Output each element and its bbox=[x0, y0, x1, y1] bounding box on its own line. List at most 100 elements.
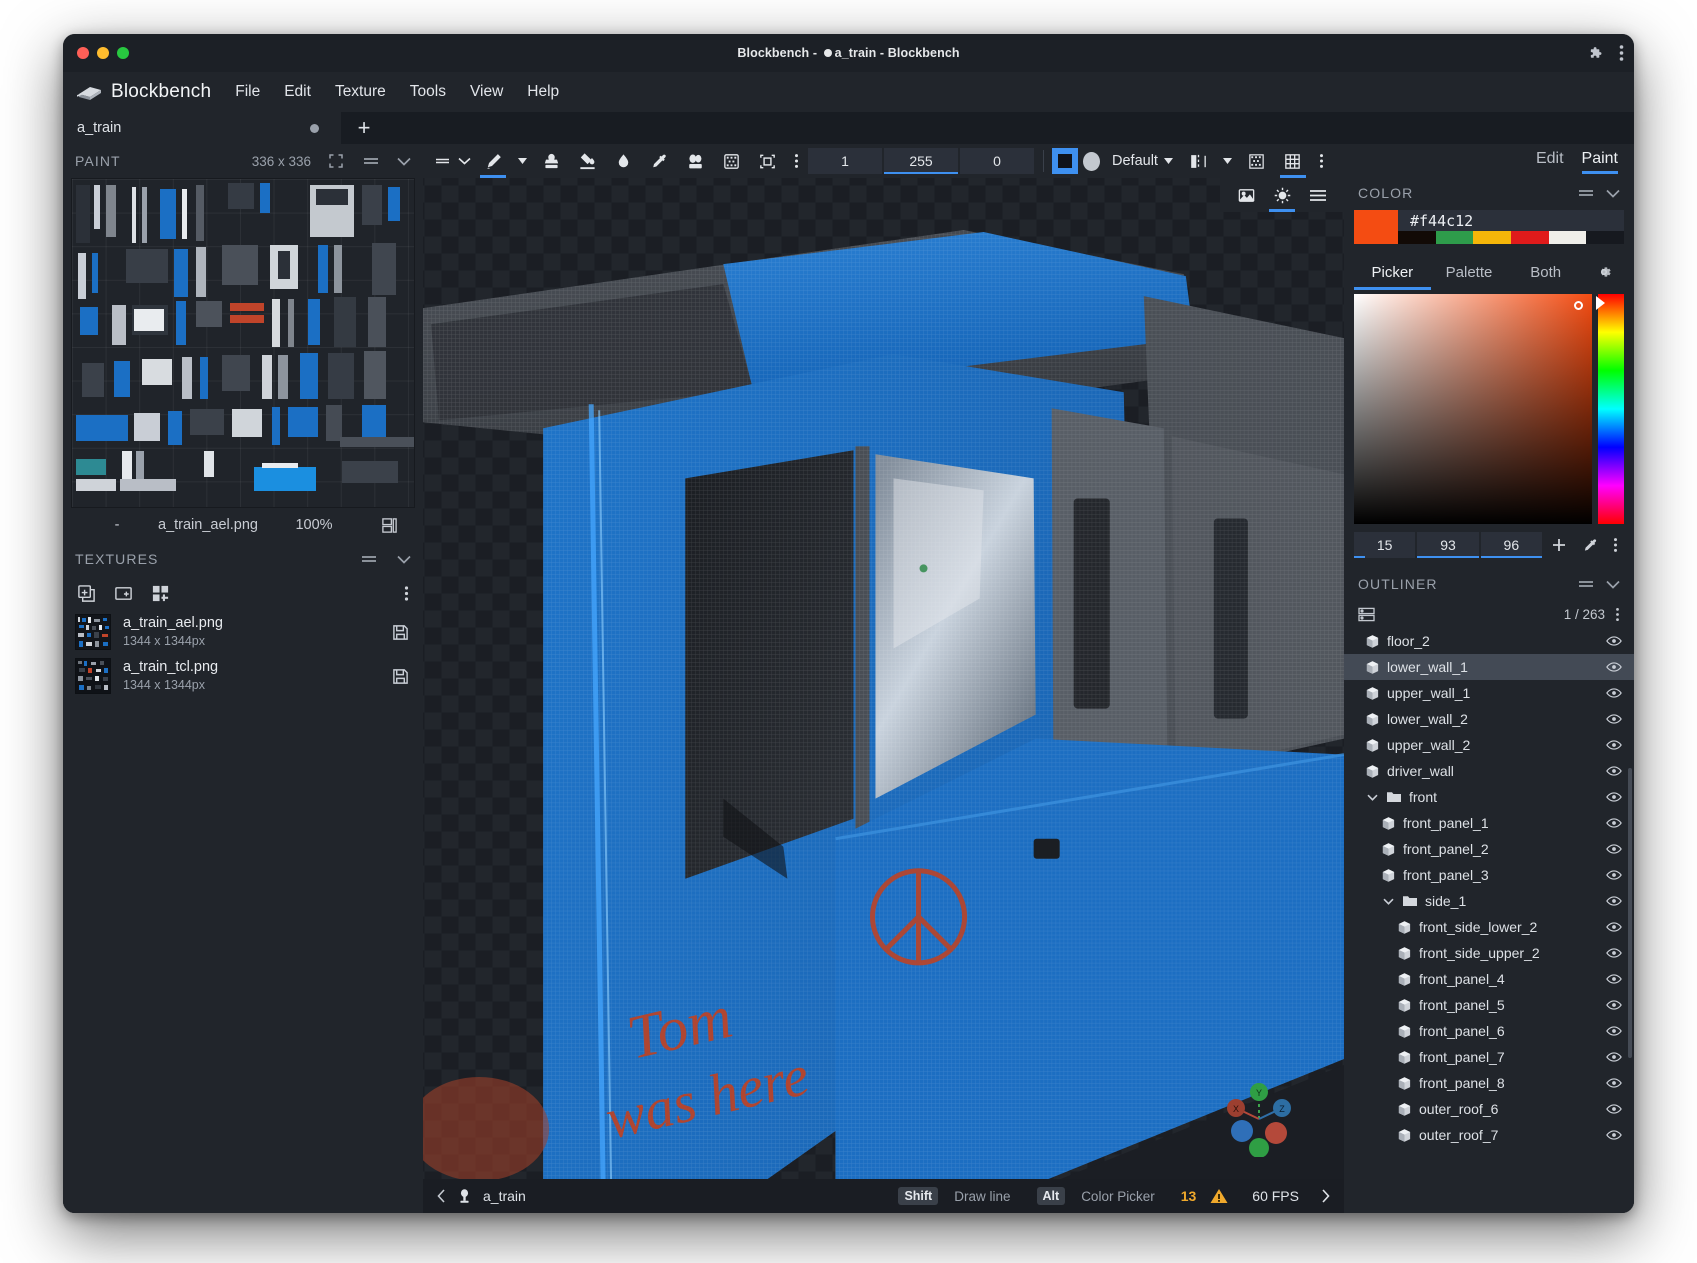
textures-kebab-icon[interactable] bbox=[404, 585, 409, 602]
outliner-item-front-panel-6[interactable]: front_panel_6 bbox=[1344, 1018, 1634, 1044]
viewport-menu-icon[interactable] bbox=[1300, 178, 1336, 212]
texture-list-item[interactable]: a_train_ael.png 1344 x 1344px bbox=[63, 610, 423, 654]
dither-tool-icon[interactable] bbox=[713, 144, 749, 178]
outliner-item-outer-roof-7[interactable]: outer_roof_7 bbox=[1344, 1122, 1634, 1148]
outliner-tree[interactable]: floor_2lower_wall_1upper_wall_1lower_wal… bbox=[1344, 628, 1634, 1213]
pixel-grid-icon[interactable] bbox=[1239, 144, 1275, 178]
recent-color-swatch[interactable] bbox=[1511, 231, 1549, 244]
hamburger-icon[interactable] bbox=[1578, 578, 1594, 590]
color-picker-area[interactable] bbox=[1354, 294, 1624, 524]
visibility-eye-icon[interactable] bbox=[1606, 739, 1622, 751]
tab-picker[interactable]: Picker bbox=[1354, 254, 1431, 290]
viewport-float-toolbar[interactable] bbox=[1220, 178, 1344, 212]
fullscreen-icon[interactable] bbox=[329, 154, 343, 168]
menu-view[interactable]: View bbox=[458, 79, 515, 105]
outliner-item-front-panel-5[interactable]: front_panel_5 bbox=[1344, 992, 1634, 1018]
tab-paint[interactable]: Paint bbox=[1582, 150, 1618, 172]
eyedropper-icon[interactable] bbox=[1576, 537, 1606, 554]
import-texture-icon[interactable] bbox=[114, 584, 133, 603]
menu-edit[interactable]: Edit bbox=[272, 79, 323, 105]
hsv-fields-row[interactable]: 15 93 96 bbox=[1354, 532, 1624, 558]
visibility-eye-icon[interactable] bbox=[1606, 687, 1622, 699]
saturation-value-field[interactable] bbox=[1354, 294, 1592, 524]
outliner-scrollbar[interactable] bbox=[1628, 768, 1632, 1058]
chevron-down-icon[interactable] bbox=[1381, 898, 1395, 905]
project-tab-a-train[interactable]: a_train bbox=[63, 112, 341, 144]
mode-tab-bar[interactable]: Edit Paint bbox=[1344, 144, 1634, 178]
chevron-down-icon[interactable] bbox=[397, 157, 411, 166]
window-controls[interactable] bbox=[77, 47, 129, 59]
outliner-item-front-panel-1[interactable]: front_panel_1 bbox=[1344, 810, 1634, 836]
save-icon[interactable] bbox=[392, 624, 409, 641]
brush-size-field[interactable]: 1 bbox=[808, 148, 882, 174]
kebab-menu-icon[interactable] bbox=[1608, 537, 1624, 553]
visibility-eye-icon[interactable] bbox=[1606, 973, 1622, 985]
overflow-kebab-icon[interactable] bbox=[785, 144, 807, 178]
hue-slider[interactable] bbox=[1598, 294, 1624, 524]
outliner-item-upper-wall-2[interactable]: upper_wall_2 bbox=[1344, 732, 1634, 758]
hamburger-icon[interactable] bbox=[361, 553, 377, 565]
texture-list-item[interactable]: a_train_tcl.png 1344 x 1344px bbox=[63, 654, 423, 698]
tab-both[interactable]: Both bbox=[1507, 254, 1584, 290]
visibility-eye-icon[interactable] bbox=[1606, 765, 1622, 777]
menu-help[interactable]: Help bbox=[515, 79, 571, 105]
plus-icon[interactable] bbox=[1544, 537, 1574, 553]
3d-viewport[interactable]: Tom was here Y X Z bbox=[423, 178, 1344, 1179]
menu-tools[interactable]: Tools bbox=[398, 79, 458, 105]
recent-color-swatch[interactable] bbox=[1473, 231, 1511, 244]
chevron-right-icon[interactable] bbox=[1321, 1189, 1330, 1203]
textures-toolbar[interactable] bbox=[63, 576, 423, 610]
outliner-item-floor-2[interactable]: floor_2 bbox=[1344, 628, 1634, 654]
puzzle-icon[interactable] bbox=[1588, 45, 1605, 62]
copy-paste-tool-icon[interactable] bbox=[677, 144, 713, 178]
stamp-tool-icon[interactable] bbox=[533, 144, 569, 178]
menu-file[interactable]: File bbox=[223, 79, 272, 105]
recent-color-swatch[interactable] bbox=[1436, 231, 1474, 244]
chevron-down-icon[interactable] bbox=[397, 555, 411, 564]
mirror-painting-icon[interactable] bbox=[1181, 144, 1217, 178]
visibility-eye-icon[interactable] bbox=[1606, 1025, 1622, 1037]
outliner-item-front-panel-8[interactable]: front_panel_8 bbox=[1344, 1070, 1634, 1096]
outliner-toolbar[interactable]: 1 / 263 bbox=[1344, 600, 1634, 628]
picker-knob[interactable] bbox=[1574, 301, 1583, 310]
paint-toolbar[interactable]: 1 255 0 Default bbox=[423, 144, 1344, 178]
hamburger-icon[interactable] bbox=[363, 155, 379, 167]
visibility-eye-icon[interactable] bbox=[1606, 999, 1622, 1011]
chevron-down-icon[interactable] bbox=[453, 144, 475, 178]
kebab-menu-icon[interactable] bbox=[1615, 607, 1620, 622]
project-tab-bar[interactable]: a_train + bbox=[63, 112, 1634, 144]
app-menubar[interactable]: Blockbench File Edit Texture Tools View … bbox=[63, 72, 1634, 112]
axis-gizmo[interactable]: Y X Z bbox=[1220, 1079, 1298, 1157]
outliner-item-front-side-lower-2[interactable]: front_side_lower_2 bbox=[1344, 914, 1634, 940]
layers-icon[interactable] bbox=[369, 517, 409, 534]
color-picker-tool-icon[interactable] bbox=[641, 144, 677, 178]
create-from-template-icon[interactable] bbox=[151, 584, 170, 603]
new-project-button[interactable]: + bbox=[341, 112, 387, 144]
mirror-options-chevron-icon[interactable] bbox=[1217, 144, 1239, 178]
create-texture-icon[interactable] bbox=[77, 584, 96, 603]
recent-colors-strip[interactable] bbox=[1398, 231, 1624, 244]
saturation-field[interactable]: 93 bbox=[1417, 532, 1478, 558]
visibility-eye-icon[interactable] bbox=[1606, 921, 1622, 933]
toggle-shading-icon[interactable] bbox=[1264, 178, 1300, 212]
outliner-item-outer-roof-6[interactable]: outer_roof_6 bbox=[1344, 1096, 1634, 1122]
visibility-eye-icon[interactable] bbox=[1606, 947, 1622, 959]
outliner-item-front-panel-3[interactable]: front_panel_3 bbox=[1344, 862, 1634, 888]
recent-color-swatch[interactable] bbox=[1398, 231, 1436, 244]
kebab-menu-icon[interactable] bbox=[1619, 44, 1624, 62]
brush-tool-icon[interactable] bbox=[475, 144, 511, 178]
visibility-eye-icon[interactable] bbox=[1606, 1051, 1622, 1063]
circle-brush-shape-button[interactable] bbox=[1078, 148, 1104, 174]
visibility-eye-icon[interactable] bbox=[1606, 635, 1622, 647]
uv-texture-canvas[interactable] bbox=[71, 178, 415, 508]
blend-mode-select[interactable]: Default bbox=[1104, 148, 1181, 174]
square-brush-shape-button[interactable] bbox=[1052, 148, 1078, 174]
outliner-item-front-panel-7[interactable]: front_panel_7 bbox=[1344, 1044, 1634, 1070]
recent-color-swatch[interactable] bbox=[1549, 231, 1587, 244]
outliner-item-lower-wall-1[interactable]: lower_wall_1 bbox=[1344, 654, 1634, 680]
outliner-item-front[interactable]: front bbox=[1344, 784, 1634, 810]
visibility-eye-icon[interactable] bbox=[1606, 791, 1622, 803]
outliner-item-lower-wall-2[interactable]: lower_wall_2 bbox=[1344, 706, 1634, 732]
maximize-window-button[interactable] bbox=[117, 47, 129, 59]
titlebar-actions[interactable] bbox=[1588, 34, 1624, 72]
